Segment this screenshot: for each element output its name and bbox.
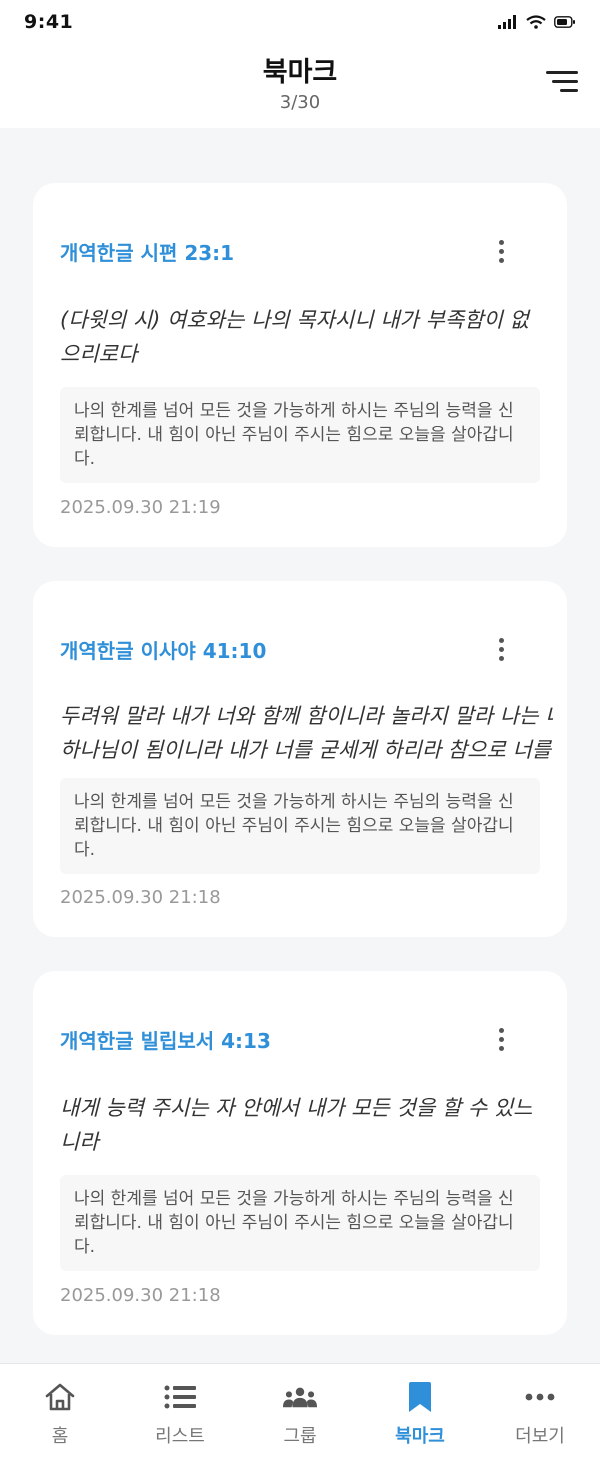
- bookmark-note: 나의 한계를 넘어 모든 것을 가능하게 하시는 주님의 능력을 신뢰합니다. …: [60, 778, 540, 874]
- sort-icon: [546, 70, 578, 74]
- tab-label: 더보기: [515, 1426, 565, 1447]
- status-icons: [498, 15, 576, 29]
- status-time: 9:41: [24, 11, 74, 33]
- group-icon: [283, 1380, 317, 1414]
- bookmark-date: 2025.09.30 21:18: [60, 1285, 221, 1306]
- card-more-button[interactable]: [491, 1025, 511, 1053]
- verse-text-line-2: 하나님이 됨이니라 내가 너를 굳세게 하리라 참으로 너를 도: [60, 738, 553, 762]
- bookmark-note: 나의 한계를 넘어 모든 것을 가능하게 하시는 주님의 능력을 신뢰합니다. …: [60, 1175, 540, 1271]
- bookmark-card[interactable]: 개역한글 시편 23:1 (다윗의 시) 여호와는 나의 목자시니 내가 부족함…: [33, 183, 567, 547]
- bookmark-card[interactable]: 개역한글 이사야 41:10 두려워 말라 내가 너와 함께 함이니라 놀라지 …: [33, 581, 567, 937]
- bookmark-date: 2025.09.30 21:19: [60, 497, 221, 518]
- battery-icon: [554, 16, 575, 28]
- bookmark-card[interactable]: 개역한글 빌립보서 4:13 내게 능력 주시는 자 안에서 내가 모든 것을 …: [33, 971, 567, 1335]
- home-icon: [43, 1380, 77, 1414]
- tab-label: 북마크: [395, 1426, 445, 1447]
- page-title: 북마크: [262, 57, 338, 88]
- card-more-button[interactable]: [491, 635, 511, 663]
- bookmark-list: 개역한글 시편 23:1 (다윗의 시) 여호와는 나의 목자시니 내가 부족함…: [33, 183, 567, 1369]
- list-icon: [163, 1380, 197, 1414]
- verse-text-line-1: 두려워 말라 내가 너와 함께 함이니라 놀라지 말라 나는 네: [60, 704, 553, 728]
- wifi-icon: [526, 15, 546, 29]
- vertical-dots-icon: [498, 239, 504, 245]
- tab-label: 그룹: [283, 1426, 317, 1447]
- tab-more[interactable]: 더보기: [480, 1364, 600, 1457]
- tab-label: 리스트: [155, 1426, 205, 1447]
- tab-label: 홈: [51, 1426, 69, 1447]
- bookmark-icon: [403, 1380, 437, 1414]
- signal-icon: [498, 15, 516, 29]
- verse-reference[interactable]: 개역한글 빌립보서 4:13: [60, 1025, 271, 1054]
- verse-text: (다윗의 시) 여호와는 나의 목자시니 내가 부족함이 없으리로다: [60, 308, 529, 366]
- tab-list[interactable]: 리스트: [120, 1364, 240, 1457]
- bookmark-note: 나의 한계를 넘어 모든 것을 가능하게 하시는 주님의 능력을 신뢰합니다. …: [60, 387, 540, 483]
- tab-home[interactable]: 홈: [0, 1364, 120, 1457]
- sort-button[interactable]: [538, 64, 578, 98]
- header: 북마크 3/30: [0, 44, 600, 128]
- card-more-button[interactable]: [491, 237, 511, 265]
- bookmark-count: 3/30: [279, 92, 321, 113]
- more-icon: [523, 1380, 557, 1414]
- status-bar: 9:41: [0, 0, 600, 44]
- vertical-dots-icon: [498, 1027, 504, 1033]
- verse-text: 내게 능력 주시는 자 안에서 내가 모든 것을 할 수 있느니라: [60, 1096, 533, 1154]
- tab-group[interactable]: 그룹: [240, 1364, 360, 1457]
- vertical-dots-icon: [498, 637, 504, 643]
- tab-bookmark[interactable]: 북마크: [360, 1364, 480, 1457]
- verse-reference[interactable]: 개역한글 시편 23:1: [60, 237, 234, 266]
- bottom-tab-bar: 홈 리스트 그룹 북마크 더보기: [0, 1363, 600, 1457]
- verse-reference[interactable]: 개역한글 이사야 41:10: [60, 635, 266, 664]
- bookmark-date: 2025.09.30 21:18: [60, 887, 221, 908]
